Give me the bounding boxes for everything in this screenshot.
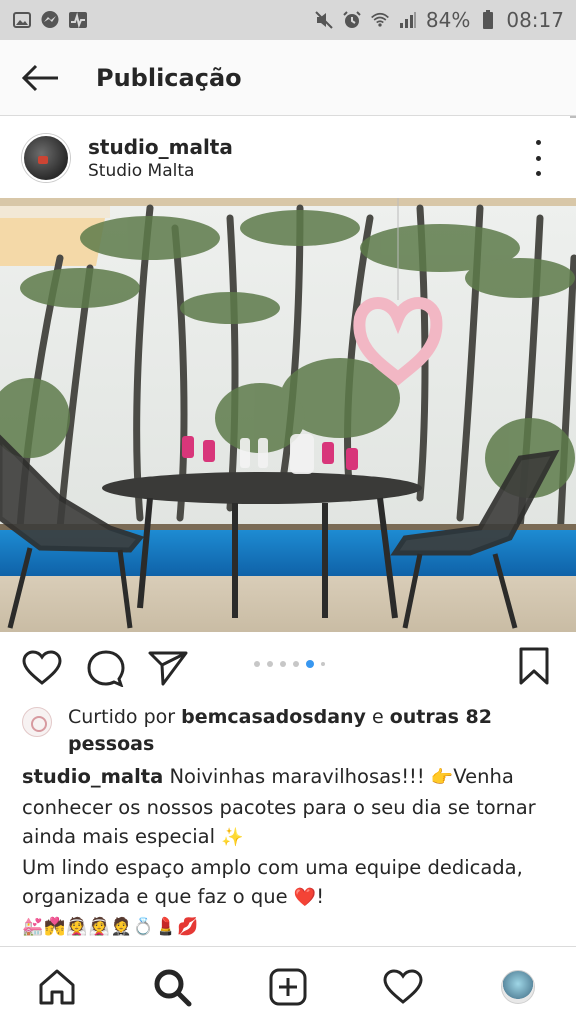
more-dot bbox=[535, 171, 541, 176]
post-image[interactable] bbox=[0, 198, 576, 632]
red-heart-emoji: ❤️ bbox=[293, 887, 317, 908]
messenger-icon bbox=[40, 10, 60, 30]
likes-others-count[interactable]: outras 82 bbox=[390, 706, 492, 728]
heart-outline-icon bbox=[22, 650, 62, 685]
status-bar: 84% 08:17 bbox=[0, 0, 576, 40]
back-button[interactable] bbox=[10, 48, 70, 108]
caption-text: Noivinhas maravilhosas!!! bbox=[163, 765, 431, 788]
signal-icon bbox=[398, 10, 418, 30]
add-post-icon bbox=[269, 968, 307, 1006]
carousel-dot bbox=[267, 661, 273, 667]
likes-summary[interactable]: Curtido por bemcasadosdany e outras 82 p… bbox=[22, 704, 562, 758]
likes-connector: e bbox=[371, 706, 384, 728]
caption-line-4: Um lindo espaço amplo com uma equipe ded… bbox=[22, 855, 523, 879]
nav-profile[interactable] bbox=[496, 965, 540, 1009]
post-header: studio_malta Studio Malta bbox=[0, 118, 576, 198]
nav-home[interactable] bbox=[35, 965, 79, 1009]
author-username[interactable]: studio_malta bbox=[88, 135, 233, 159]
post-caption: studio_malta Noivinhas maravilhosas!!! 👉… bbox=[22, 762, 562, 942]
carousel-indicator bbox=[254, 660, 325, 668]
battery-percent: 84% bbox=[425, 8, 471, 32]
activity-heart-icon bbox=[383, 969, 423, 1004]
share-button[interactable] bbox=[146, 646, 190, 690]
activity-icon bbox=[68, 10, 88, 30]
nav-add-post[interactable] bbox=[266, 965, 310, 1009]
status-bar-system: 84% 08:17 bbox=[314, 8, 564, 32]
more-options-button[interactable] bbox=[528, 140, 548, 176]
wifi-icon bbox=[370, 10, 390, 30]
clock: 08:17 bbox=[506, 8, 564, 32]
search-icon bbox=[154, 969, 192, 1007]
caption-username[interactable]: studio_malta bbox=[22, 765, 163, 788]
carousel-dot bbox=[293, 661, 299, 667]
likes-others-label[interactable]: pessoas bbox=[68, 733, 154, 755]
carousel-dot-active bbox=[306, 660, 314, 668]
more-dot bbox=[535, 140, 541, 145]
caption-line-5: organizada e que faz o que ❤️! bbox=[22, 882, 562, 913]
likes-text: Curtido por bemcasadosdany e outras 82 p… bbox=[68, 704, 492, 758]
page-title: Publicação bbox=[96, 63, 242, 92]
home-icon bbox=[39, 969, 75, 1005]
author-display-name: Studio Malta bbox=[88, 161, 195, 181]
pointing-hand-emoji: 👉 bbox=[430, 767, 454, 788]
liker-username[interactable]: bemcasadosdany bbox=[181, 706, 366, 728]
carousel-dot bbox=[280, 661, 286, 667]
bookmark-icon bbox=[519, 647, 549, 685]
author-avatar[interactable] bbox=[22, 134, 70, 182]
carousel-dot bbox=[254, 661, 260, 667]
status-bar-notifications bbox=[12, 10, 88, 30]
back-arrow-icon bbox=[21, 64, 58, 91]
like-button[interactable] bbox=[20, 646, 64, 690]
nav-search[interactable] bbox=[150, 965, 194, 1009]
sparkles-emoji: ✨ bbox=[221, 827, 244, 848]
comment-button[interactable] bbox=[84, 646, 128, 690]
save-button[interactable] bbox=[512, 644, 556, 688]
caption-line-1: studio_malta Noivinhas maravilhosas!!! 👉… bbox=[22, 762, 562, 793]
author-info: studio_malta Studio Malta bbox=[88, 135, 233, 181]
more-dot bbox=[535, 155, 541, 161]
bottom-navigation bbox=[0, 946, 576, 1024]
profile-avatar bbox=[501, 970, 535, 1004]
battery-icon bbox=[478, 10, 498, 30]
send-paper-plane-icon bbox=[148, 651, 188, 686]
caption-line-3: ainda mais especial ✨ bbox=[22, 822, 562, 853]
caption-text: Venha bbox=[453, 765, 514, 788]
comment-bubble-icon bbox=[87, 650, 125, 687]
top-app-bar: Publicação bbox=[0, 40, 576, 116]
gallery-icon bbox=[12, 10, 32, 30]
caption-text: ainda mais especial bbox=[22, 825, 222, 848]
caption-emoji-row: 💒💏👰👰🤵💍💄💋 bbox=[22, 916, 200, 937]
caption-line-2: conhecer os nossos pacotes para o seu di… bbox=[22, 795, 536, 819]
nav-activity[interactable] bbox=[381, 965, 425, 1009]
carousel-dot bbox=[321, 662, 325, 666]
caption-text: ! bbox=[316, 885, 325, 908]
mute-icon bbox=[314, 10, 334, 30]
caption-text: organizada e que faz o que bbox=[22, 885, 294, 908]
likes-prefix: Curtido por bbox=[68, 706, 176, 728]
liker-avatar bbox=[22, 707, 52, 737]
alarm-icon bbox=[342, 10, 362, 30]
